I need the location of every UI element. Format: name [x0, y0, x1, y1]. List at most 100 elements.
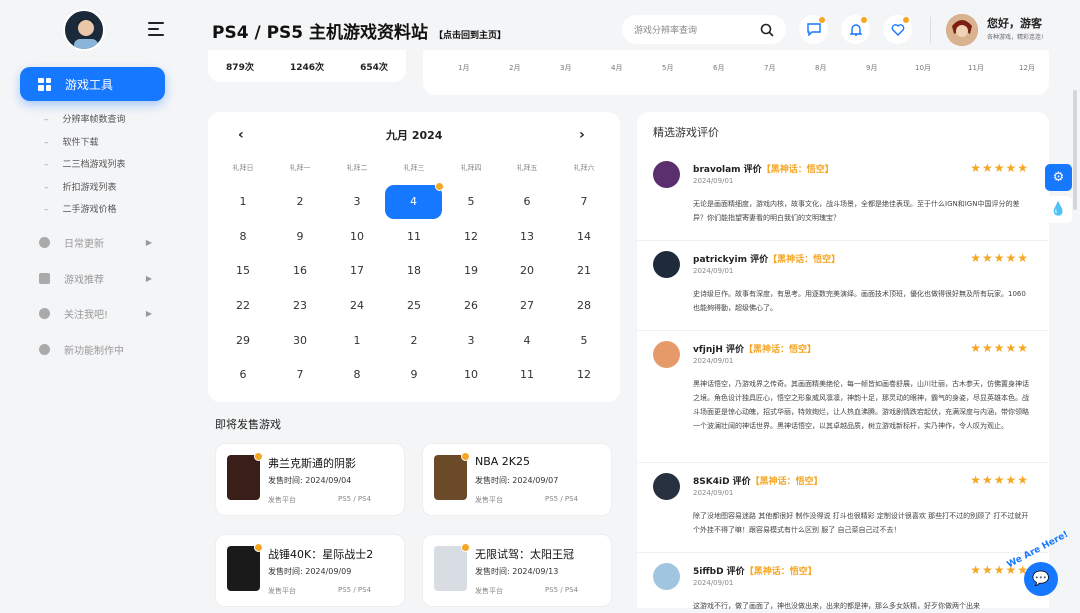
calendar-day[interactable]: 1	[215, 195, 271, 208]
calendar-day[interactable]: 16	[272, 264, 328, 277]
calendar-day[interactable]: 23	[272, 299, 328, 312]
calendar-day[interactable]: 12	[556, 368, 612, 381]
next-month-button[interactable]: ›	[579, 127, 585, 143]
reviewer-avatar[interactable]	[653, 341, 680, 368]
platform-value: PS5 / PS4	[338, 495, 372, 503]
reviewer-user: vfjnjH 评价	[693, 345, 745, 355]
nav-daily-update[interactable]: 日常更新 ▶	[39, 235, 159, 250]
calendar-day[interactable]: 14	[556, 230, 612, 243]
menu-toggle-icon[interactable]	[148, 22, 164, 36]
calendar-day[interactable]: 21	[556, 264, 612, 277]
heart-icon	[891, 23, 904, 36]
calendar-day[interactable]: 2	[386, 334, 442, 347]
calendar-day[interactable]: 6	[499, 195, 555, 208]
search-input[interactable]: 游戏分辨率查询	[634, 23, 760, 36]
notification-badge	[861, 17, 867, 23]
home-link[interactable]: 【点击回到主页】	[434, 31, 506, 41]
calendar-day[interactable]: 1	[329, 334, 385, 347]
search-icon[interactable]	[760, 23, 774, 37]
site-avatar[interactable]	[63, 9, 105, 51]
sub-item-used-price[interactable]: 二手游戏价格	[44, 202, 117, 215]
calendar-day[interactable]: 8	[215, 230, 271, 243]
reviewer-avatar[interactable]	[653, 251, 680, 278]
release-date: 2024/09/13	[512, 567, 559, 576]
calendar-day[interactable]: 4	[385, 182, 444, 219]
calendar-day[interactable]: 10	[443, 368, 499, 381]
nav-game-tools[interactable]: 游戏工具	[20, 67, 165, 101]
calendar-day[interactable]: 19	[443, 264, 499, 277]
calendar-day[interactable]: 9	[386, 368, 442, 381]
calendar-day[interactable]: 3	[443, 334, 499, 347]
game-card[interactable]: 战锤40K：星际战士2 发售时间: 2024/09/09 发售平台 PS5 / PS4	[215, 534, 405, 607]
calendar-day[interactable]: 26	[443, 299, 499, 312]
sidebar: 游戏工具 分辨率帧数查询 软件下载 二三档游戏列表 折扣游戏列表 二手游戏价格 …	[0, 0, 185, 608]
gear-icon	[39, 344, 50, 355]
calendar-day[interactable]: 9	[272, 230, 328, 243]
calendar-day[interactable]: 5	[443, 195, 499, 208]
game-cover	[227, 543, 263, 591]
calendar-day[interactable]: 8	[329, 368, 385, 381]
review-text: 这游戏不行，做了画面了，神也没做出来，出来的都是神，那么多女妖精，好歹你做两个出…	[693, 602, 980, 610]
reviewer-avatar[interactable]	[653, 161, 680, 188]
sub-item-discount[interactable]: 折扣游戏列表	[44, 180, 117, 193]
settings-button[interactable]: ⚙	[1045, 164, 1072, 191]
calendar-day[interactable]: 27	[499, 299, 555, 312]
prev-month-button[interactable]: ‹	[238, 127, 244, 143]
sub-item-software[interactable]: 软件下载	[44, 135, 99, 148]
nav-new-feature[interactable]: 新功能制作中	[39, 342, 159, 357]
calendar-day[interactable]: 5	[556, 334, 612, 347]
calendar-day[interactable]: 17	[329, 264, 385, 277]
calendar-day[interactable]: 11	[499, 368, 555, 381]
calendar-day[interactable]: 6	[215, 368, 271, 381]
message-button[interactable]	[799, 15, 828, 44]
sub-item-tier-list[interactable]: 二三档游戏列表	[44, 157, 126, 170]
page-title-text: PS4 / PS5 主机游戏资料站	[212, 23, 429, 43]
month-label: 8月	[815, 64, 827, 72]
game-card[interactable]: 无限试驾：太阳王冠 发售时间: 2024/09/13 发售平台 PS5 / PS4	[422, 534, 612, 607]
calendar-day[interactable]: 20	[499, 264, 555, 277]
bell-icon	[849, 24, 862, 36]
reviewer-avatar[interactable]	[653, 473, 680, 500]
scrollbar[interactable]	[1073, 90, 1077, 210]
calendar-day[interactable]: 30	[272, 334, 328, 347]
release-date: 2024/09/09	[305, 567, 352, 576]
release-date: 2024/09/04	[305, 476, 352, 485]
calendar-day[interactable]: 28	[556, 299, 612, 312]
favorite-button[interactable]	[883, 15, 912, 44]
chat-button[interactable]: 💬	[1024, 562, 1058, 596]
sub-item-resolution[interactable]: 分辨率帧数查询	[44, 112, 126, 125]
nav-recommend[interactable]: 游戏推荐 ▶	[39, 271, 159, 286]
review-text: 史诗级巨作。故事有深度，有思考。用逐数完美演绎。画面技术顶班，優化也做得很好無及…	[693, 290, 1026, 312]
user-avatar[interactable]	[946, 14, 978, 46]
calendar-day[interactable]: 24	[329, 299, 385, 312]
game-card[interactable]: NBA 2K25 发售时间: 2024/09/07 发售平台 PS5 / PS4	[422, 443, 612, 516]
weekday-label: 礼拜二	[346, 164, 368, 172]
calendar-day[interactable]: 29	[215, 334, 271, 347]
calendar-day[interactable]: 11	[386, 230, 442, 243]
notification-button[interactable]	[841, 15, 870, 44]
calendar-day[interactable]: 15	[215, 264, 271, 277]
page-title: PS4 / PS5 主机游戏资料站 【点击回到主页】	[212, 18, 506, 43]
calendar-day[interactable]: 25	[386, 299, 442, 312]
calendar-day[interactable]: 18	[386, 264, 442, 277]
weekday-label: 礼拜五	[516, 164, 538, 172]
reviewer-name: 8SK4iD 评价【黑神话：悟空】	[693, 474, 823, 487]
calendar-day[interactable]: 4	[499, 334, 555, 347]
reviewer-avatar[interactable]	[653, 563, 680, 590]
calendar-day[interactable]: 12	[443, 230, 499, 243]
theme-button[interactable]: 💧	[1045, 196, 1072, 223]
calendar-day[interactable]: 2	[272, 195, 328, 208]
platform-value: PS5 / PS4	[338, 586, 372, 594]
calendar-day[interactable]: 22	[215, 299, 271, 312]
calendar-day[interactable]: 7	[556, 195, 612, 208]
month-label: 6月	[713, 64, 725, 72]
nav-follow[interactable]: 关注我吧! ▶	[39, 306, 159, 321]
calendar-day[interactable]: 7	[272, 368, 328, 381]
calendar-day[interactable]: 3	[329, 195, 385, 208]
calendar-day[interactable]: 13	[499, 230, 555, 243]
game-card[interactable]: 弗兰克斯通的阴影 发售时间: 2024/09/04 发售平台 PS5 / PS4	[215, 443, 405, 516]
month-label: 5月	[662, 64, 674, 72]
message-badge	[819, 17, 825, 23]
search-box[interactable]: 游戏分辨率查询	[622, 15, 786, 44]
calendar-day[interactable]: 10	[329, 230, 385, 243]
